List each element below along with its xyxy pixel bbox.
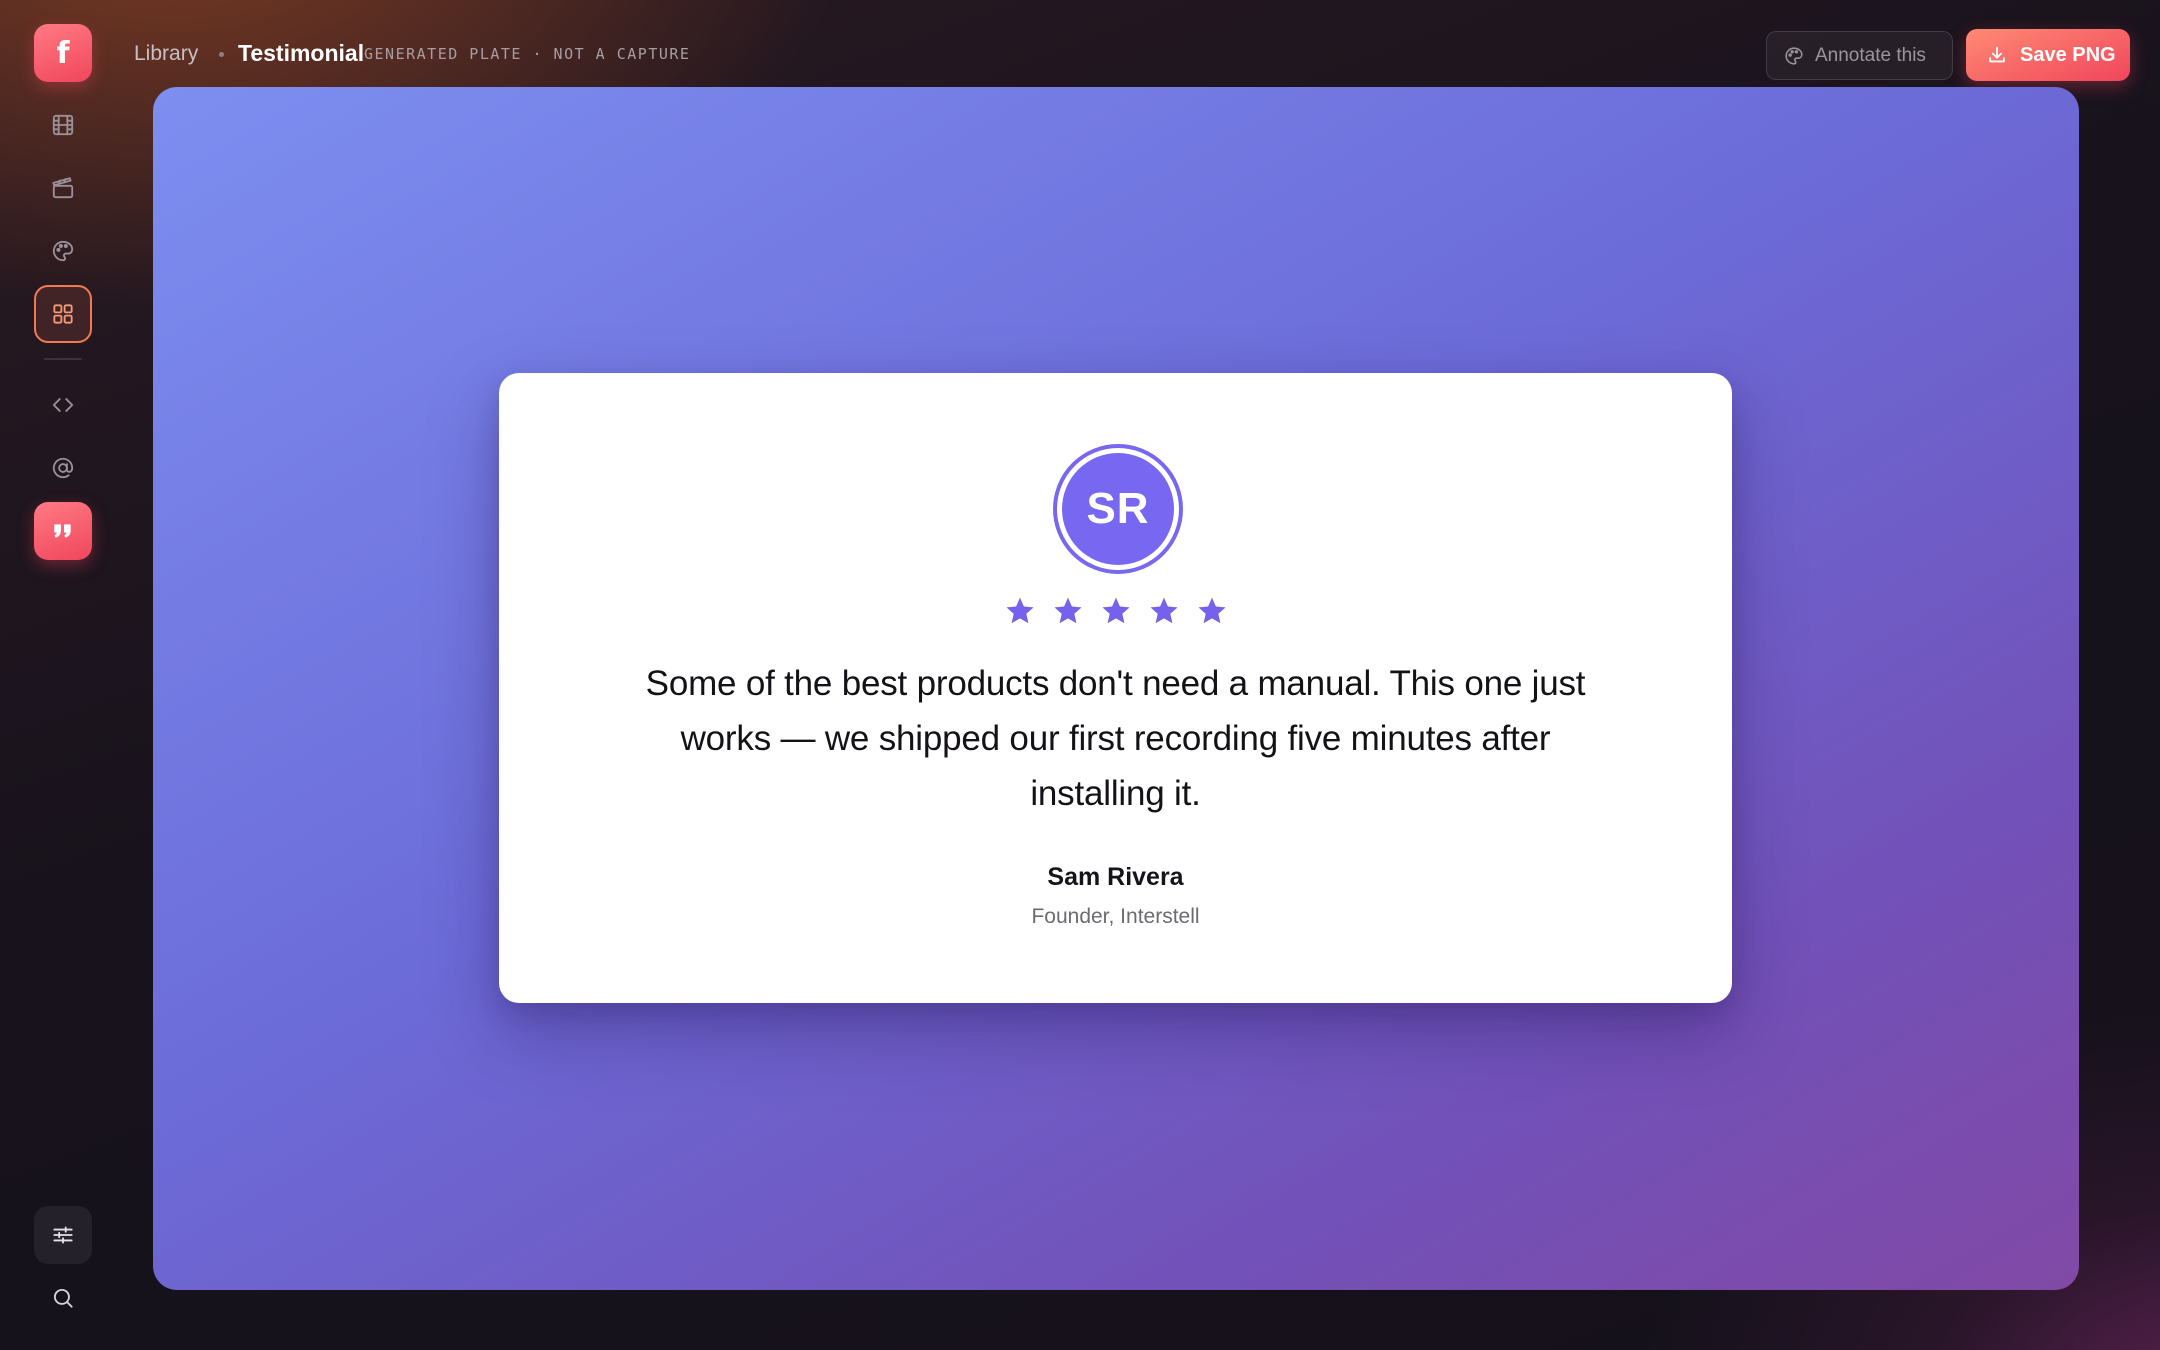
breadcrumb-library[interactable]: Library: [134, 42, 198, 66]
annotate-button-label: Annotate this: [1815, 44, 1926, 66]
film-icon: [52, 114, 74, 136]
star-icon: [1005, 597, 1034, 624]
palette-icon: [1785, 46, 1803, 65]
plate-tag: GENERATED PLATE · NOT A CAPTURE: [364, 45, 691, 63]
palette-icon: [52, 240, 74, 262]
app-logo-letter: f: [56, 35, 70, 71]
sidebar-item-film[interactable]: [34, 96, 92, 154]
sidebar: f: [0, 0, 126, 1350]
at-sign-icon: [52, 457, 74, 479]
page-title: Testimonial: [238, 40, 365, 66]
sidebar-item-code[interactable]: [34, 376, 92, 434]
sidebar-item-themes[interactable]: [34, 222, 92, 280]
avatar: SR: [1053, 444, 1183, 574]
grid-icon: [53, 304, 73, 324]
code-icon: [52, 398, 74, 412]
preview-plate: SR Some of the best products don't need …: [153, 87, 2079, 1290]
testimonial-quote: Some of the best products don't need a m…: [645, 664, 1586, 813]
star-icon: [1101, 597, 1130, 624]
annotate-button[interactable]: Annotate this: [1766, 31, 1953, 80]
search-icon: [53, 1288, 73, 1308]
sidebar-divider: [44, 358, 82, 360]
sidebar-item-scenes[interactable]: [34, 159, 92, 217]
star-icon: [1197, 597, 1226, 624]
avatar-initials: SR: [1062, 453, 1174, 565]
clapperboard-icon: [52, 177, 74, 199]
download-icon: [1989, 46, 2005, 63]
sidebar-item-search[interactable]: [34, 1269, 92, 1327]
save-png-button[interactable]: Save PNG: [1966, 29, 2130, 81]
save-png-button-label: Save PNG: [2020, 43, 2116, 66]
quote-icon: [54, 524, 71, 538]
sliders-icon: [53, 1226, 73, 1244]
star-icon: [1053, 597, 1082, 624]
star-rating: [499, 595, 1732, 627]
author-role: Founder, Interstell: [1031, 905, 1200, 928]
sidebar-item-templates[interactable]: [34, 285, 92, 343]
sidebar-item-testimonial[interactable]: [34, 502, 92, 560]
testimonial-card: SR Some of the best products don't need …: [499, 373, 1732, 1003]
breadcrumb-separator: [219, 52, 224, 57]
sidebar-item-social[interactable]: [34, 439, 92, 497]
star-icon: [1149, 597, 1178, 624]
app-logo[interactable]: f: [34, 24, 92, 82]
author-name: Sam Rivera: [1047, 863, 1184, 891]
sidebar-item-settings[interactable]: [34, 1206, 92, 1264]
